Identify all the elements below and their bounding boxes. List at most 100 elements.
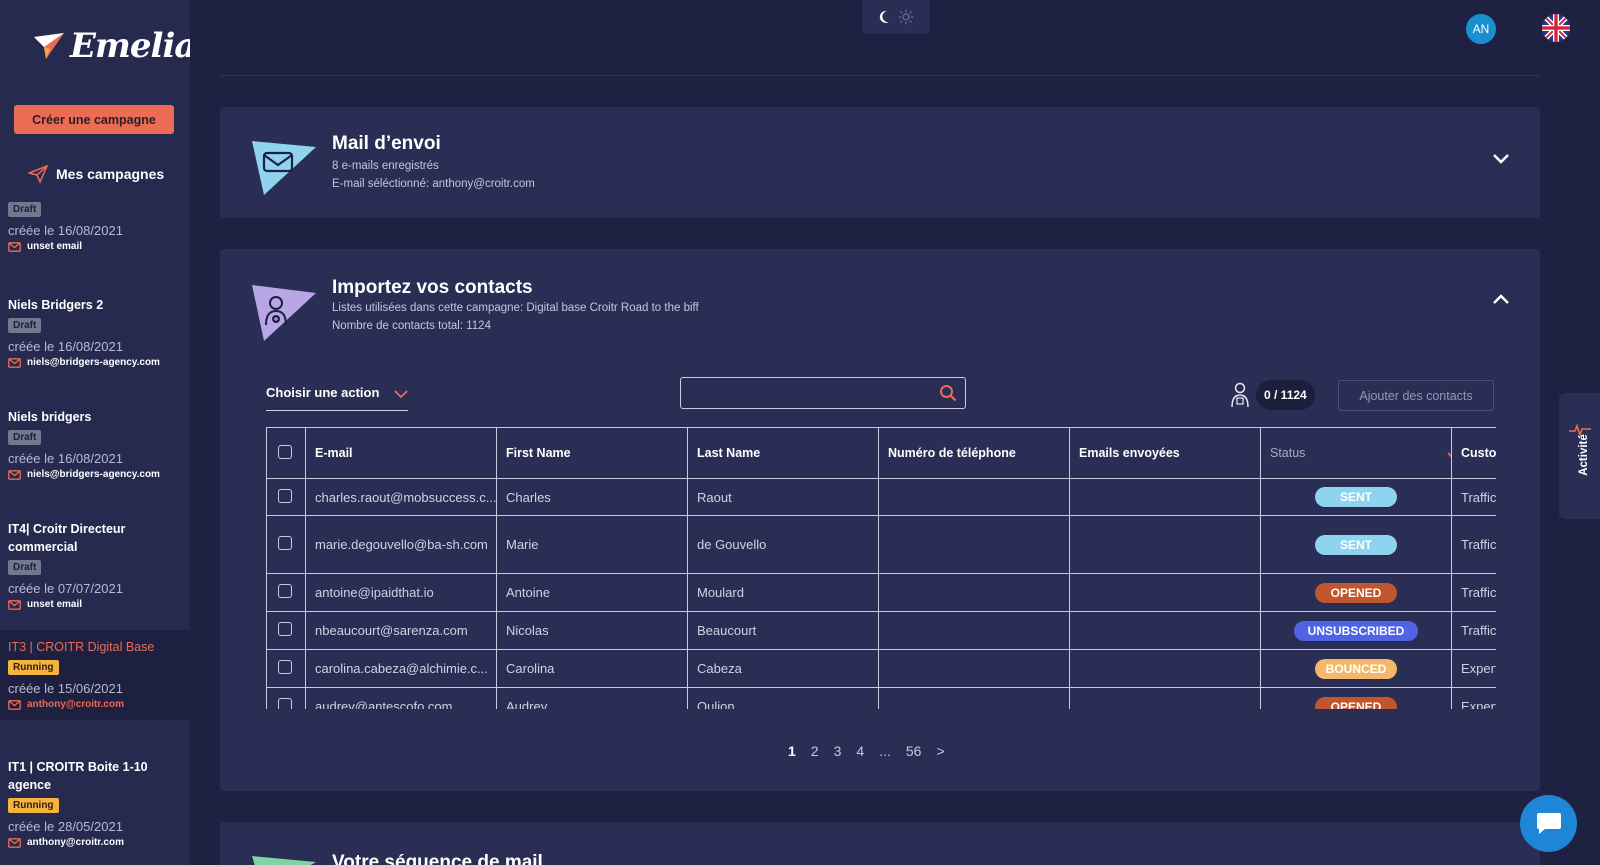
table-row[interactable]: charles.raout@mobsuccess.c... Charles Raou… [266, 478, 1496, 516]
sequence-card[interactable]: Votre séquence de mail [220, 822, 1540, 865]
table-row[interactable]: audrey@antescofo.com Audrey Oulion OPENED Ex… [266, 687, 1496, 709]
moon-icon[interactable] [878, 10, 890, 24]
chevron-down-icon[interactable] [1492, 153, 1510, 165]
column-header-last-name[interactable]: Last Name [687, 427, 879, 479]
person-icon [1231, 382, 1249, 408]
campaign-name: IT3 | CROITR Digital Base [8, 640, 155, 654]
sequence-icon [252, 856, 316, 865]
column-header-phone[interactable]: Numéro de téléphone [878, 427, 1070, 479]
my-campaigns-heading[interactable]: Mes campagnes [28, 165, 164, 183]
contact-person-icon [252, 285, 316, 341]
row-select-cell[interactable] [266, 515, 306, 574]
search-icon[interactable] [939, 384, 957, 402]
campaign-date: créée le 15/06/2021 [8, 681, 123, 696]
contacts-table-container[interactable]: E-mail First Name Last Name Numéro de té… [266, 427, 1496, 709]
column-header-status[interactable]: Status [1260, 427, 1452, 479]
mail-icon [8, 357, 21, 368]
chat-button[interactable] [1520, 795, 1577, 852]
campaign-email: unset email [8, 241, 190, 252]
cell-phone [878, 611, 1070, 650]
table-row[interactable]: carolina.cabeza@alchimie.c... Carolina Cab… [266, 649, 1496, 688]
cell-first-name: Charles [496, 478, 688, 516]
campaign-item[interactable]: Niels Bridgers 2 Draft créée le 16/08/2021… [0, 296, 190, 368]
next-page[interactable]: > [936, 743, 944, 759]
status-header-label: Status [1270, 445, 1306, 460]
row-select-cell[interactable] [266, 649, 306, 688]
campaign-date: créée le 16/08/2021 [8, 451, 123, 466]
page-3[interactable]: 3 [834, 743, 842, 759]
chevron-up-icon[interactable] [1492, 293, 1510, 305]
table-row[interactable]: antoine@ipaidthat.io Antoine Moulard OPENED… [266, 573, 1496, 612]
campaign-item[interactable]: Draft créée le 16/08/2021 unset email [0, 198, 190, 252]
page-1[interactable]: 1 [788, 743, 796, 759]
page-4[interactable]: 4 [856, 743, 864, 759]
contacts-search-input[interactable] [681, 378, 921, 408]
cell-custom: Traffic [1451, 478, 1496, 516]
theme-toggle[interactable] [862, 0, 930, 34]
row-checkbox[interactable] [278, 622, 292, 636]
cell-emails-sent [1069, 515, 1261, 574]
row-checkbox[interactable] [278, 698, 292, 709]
cell-email: charles.raout@mobsuccess.c... [305, 478, 497, 516]
chat-bubble-icon [1536, 812, 1561, 834]
row-select-cell[interactable] [266, 687, 306, 709]
contacts-title: Importez vos contacts [332, 277, 533, 298]
cell-email: nbeaucourt@sarenza.com [305, 611, 497, 650]
row-checkbox[interactable] [278, 584, 292, 598]
campaign-item[interactable]: IT1 | CROITR Boite 1-10 agence Running cré… [0, 758, 190, 848]
sun-icon[interactable] [898, 9, 914, 25]
campaign-name: Niels bridgers [8, 410, 92, 424]
action-select-label: Choisir une action [266, 385, 380, 400]
column-header-custom[interactable]: Custom [1451, 427, 1496, 479]
pagination: 1 2 3 4 ... 56 > [788, 743, 945, 759]
campaign-date: créée le 16/08/2021 [8, 223, 123, 238]
table-row[interactable]: nbeaucourt@sarenza.com Nicolas Beaucourt UN… [266, 611, 1496, 650]
chevron-down-icon[interactable] [1447, 451, 1452, 461]
contacts-lists-text: Listes utilisées dans cette campagne: Di… [332, 302, 699, 314]
sender-mail-card[interactable]: Mail d’envoi 8 e-mails enregistrés E-mai… [220, 107, 1540, 218]
row-select-cell[interactable] [266, 573, 306, 612]
add-contacts-button[interactable]: Ajouter des contacts [1338, 380, 1494, 411]
status-badge: OPENED [1315, 696, 1397, 709]
page-2[interactable]: 2 [811, 743, 819, 759]
contacts-search[interactable] [680, 377, 966, 409]
column-header-email[interactable]: E-mail [305, 427, 497, 479]
action-select[interactable]: Choisir une action [266, 385, 408, 411]
cell-status: UNSUBSCRIBED [1260, 611, 1452, 650]
cell-custom: Expert [1451, 687, 1496, 709]
mail-icon [8, 699, 21, 710]
campaign-item[interactable]: IT4| Croitr Directeur commercial Draft cré… [0, 520, 190, 610]
page-56[interactable]: 56 [906, 743, 922, 759]
row-select-cell[interactable] [266, 478, 306, 516]
cell-custom: Traffic [1451, 611, 1496, 650]
cell-last-name: Oulion [687, 687, 879, 709]
table-row[interactable]: marie.degouvello@ba-sh.com Marie de Gouvel… [266, 515, 1496, 574]
column-header-emails-sent[interactable]: Emails envoyées [1069, 427, 1261, 479]
activity-label: Activité [1577, 434, 1590, 476]
status-badge: Draft [8, 430, 42, 445]
cell-emails-sent [1069, 687, 1261, 709]
row-checkbox[interactable] [278, 536, 292, 550]
user-avatar[interactable]: AN [1466, 14, 1496, 44]
row-checkbox[interactable] [278, 488, 292, 503]
column-header-first-name[interactable]: First Name [496, 427, 688, 479]
cell-phone [878, 478, 1070, 516]
status-badge: OPENED [1315, 582, 1397, 603]
logo[interactable]: Emelia [32, 26, 190, 66]
campaign-item[interactable]: IT3 | CROITR Digital Base Running créée le… [0, 630, 190, 720]
cell-phone [878, 649, 1070, 688]
row-select-cell[interactable] [266, 611, 306, 650]
campaign-email: anthony@croitr.com [8, 837, 190, 848]
select-all-cell[interactable] [266, 427, 306, 479]
select-all-checkbox[interactable] [278, 444, 292, 459]
status-badge: SENT [1315, 487, 1397, 507]
cell-last-name: de Gouvello [687, 515, 879, 574]
selection-counter: 0 / 1124 [1230, 380, 1315, 410]
uk-flag-icon[interactable] [1542, 14, 1570, 42]
activity-tab[interactable]: Activité [1559, 393, 1600, 519]
row-checkbox[interactable] [278, 660, 292, 674]
campaign-item[interactable]: Niels bridgers Draft créée le 16/08/2021 ni… [0, 408, 190, 480]
cell-first-name: Carolina [496, 649, 688, 688]
create-campaign-button[interactable]: Créer une campagne [14, 105, 174, 134]
contacts-total-text: Nombre de contacts total: 1124 [332, 320, 491, 332]
